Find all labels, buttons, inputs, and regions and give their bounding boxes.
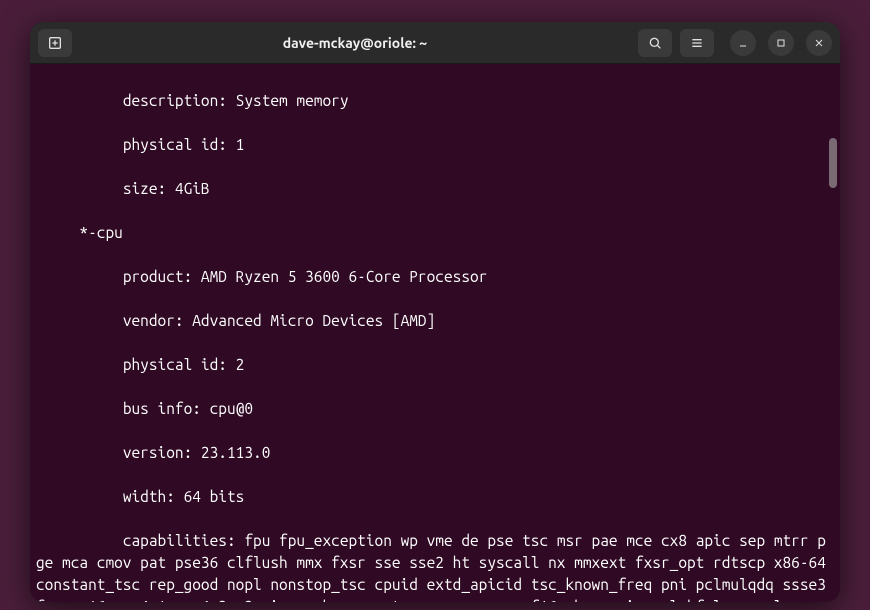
search-button[interactable]: [638, 29, 672, 57]
terminal-output[interactable]: description: System memory physical id: …: [30, 64, 840, 602]
window-title: dave-mckay@oriole: ~: [80, 35, 630, 51]
terminal-line: bus info: cpu@0: [36, 398, 834, 420]
minimize-icon: [737, 37, 749, 49]
maximize-icon: [775, 37, 787, 49]
titlebar: dave-mckay@oriole: ~: [30, 22, 840, 64]
scrollbar-thumb[interactable]: [829, 138, 837, 188]
close-icon: [813, 37, 825, 49]
minimize-button[interactable]: [730, 30, 756, 56]
new-tab-icon: [47, 35, 63, 51]
terminal-line: physical id: 1: [36, 134, 834, 156]
terminal-line: width: 64 bits: [36, 486, 834, 508]
terminal-line: vendor: Advanced Micro Devices [AMD]: [36, 310, 834, 332]
hamburger-icon: [689, 35, 705, 51]
terminal-line: product: AMD Ryzen 5 3600 6-Core Process…: [36, 266, 834, 288]
new-tab-button[interactable]: [38, 29, 72, 57]
close-button[interactable]: [806, 30, 832, 56]
terminal-line: version: 23.113.0: [36, 442, 834, 464]
terminal-line: *-cpu: [36, 222, 834, 244]
window-controls: [730, 30, 832, 56]
menu-button[interactable]: [680, 29, 714, 57]
terminal-line: physical id: 2: [36, 354, 834, 376]
terminal-line: size: 4GiB: [36, 178, 834, 200]
search-icon: [647, 35, 663, 51]
terminal-window: dave-mckay@oriole: ~ description: System…: [30, 22, 840, 602]
terminal-line: description: System memory: [36, 90, 834, 112]
maximize-button[interactable]: [768, 30, 794, 56]
terminal-line: capabilities: fpu fpu_exception wp vme d…: [36, 530, 834, 602]
